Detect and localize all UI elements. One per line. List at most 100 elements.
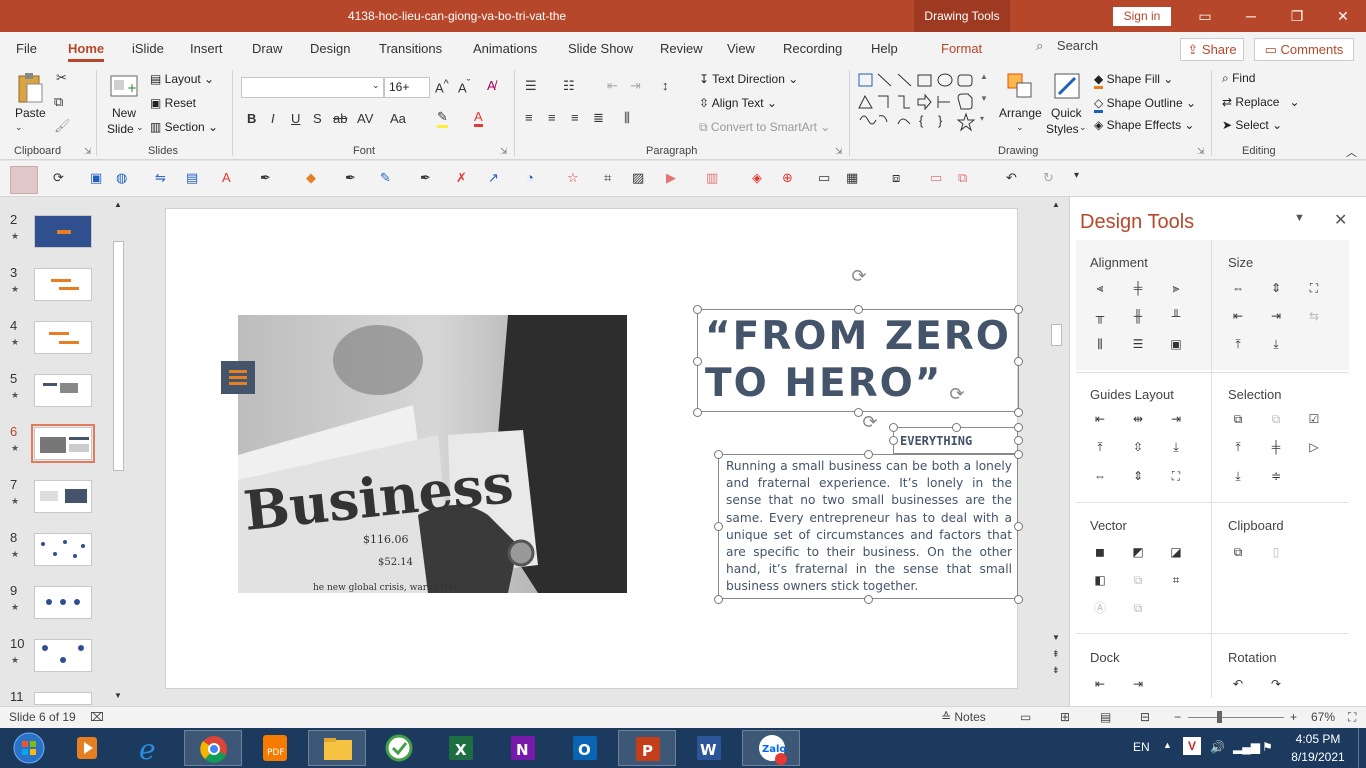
outlook-icon[interactable]: O [556, 730, 614, 766]
text-box-icon[interactable]: ▣ [90, 170, 108, 188]
tab-view[interactable]: View [727, 32, 755, 64]
scroll-up-icon[interactable]: ▲ [1052, 200, 1060, 209]
tab-home[interactable]: Home [68, 32, 105, 64]
guide-middle-icon[interactable]: ⇳ [1131, 440, 1145, 454]
dialog-launcher-icon[interactable]: ⇲ [1197, 146, 1205, 157]
network-icon[interactable]: ▂▄▆ [1233, 740, 1260, 754]
resize-handle[interactable] [693, 408, 702, 417]
select-bottom-icon[interactable]: ⤓ [1231, 469, 1245, 483]
target-icon[interactable]: ⊕ [782, 170, 800, 188]
eyedropper-icon[interactable]: ✒ [260, 170, 278, 188]
rotate-handle-icon[interactable]: ⟳ [849, 266, 869, 286]
word-icon[interactable]: W [680, 730, 738, 766]
guide-width-icon[interactable]: ⇔ [1093, 469, 1107, 483]
show-hidden-icons-icon[interactable]: ▲ [1163, 740, 1172, 750]
align-right-icon[interactable]: ⫸ [1169, 281, 1183, 295]
select-similar-icon[interactable]: ⧉ [1231, 412, 1245, 426]
excel-icon[interactable]: X [432, 730, 490, 766]
gallery-scroll-down-icon[interactable]: ▼ [980, 94, 988, 103]
text-direction-button[interactable]: ↧ Text Direction ⌄ [699, 72, 798, 86]
tab-slide-show[interactable]: Slide Show [568, 32, 633, 64]
select-row-icon[interactable]: ≑ [1269, 469, 1283, 483]
slide-thumbnail-6[interactable] [31, 424, 95, 463]
tab-animations[interactable]: Animations [473, 32, 537, 64]
clear-formatting-icon[interactable]: A̸ [487, 78, 496, 93]
remove-icon[interactable]: ✗ [456, 170, 474, 188]
paste-format-icon[interactable]: ▯ [1269, 545, 1283, 559]
resize-handle[interactable] [693, 357, 702, 366]
resize-handle[interactable] [889, 436, 898, 445]
vector-union-icon[interactable]: ◼ [1093, 545, 1107, 559]
rotate-handle-icon[interactable]: ⟳ [947, 384, 967, 404]
swap-size-icon[interactable]: ⇆ [1307, 309, 1321, 323]
media-icon[interactable]: ▶ [666, 170, 684, 188]
tab-recording[interactable]: Recording [783, 32, 842, 64]
font-color-icon[interactable]: A [474, 109, 483, 127]
zalo-icon[interactable]: Zalo [742, 730, 800, 766]
highlight-icon[interactable]: ✎ [437, 109, 448, 128]
underline-icon[interactable]: U [291, 111, 300, 126]
slide-show-icon[interactable]: ⊟ [1140, 710, 1150, 724]
reset-button[interactable]: ▣ Reset [150, 96, 196, 110]
customize-toolbar-icon[interactable]: ▾ [1074, 170, 1092, 188]
pane-close-icon[interactable]: ✕ [1334, 210, 1347, 230]
find-button[interactable]: ⌕ Find [1222, 71, 1255, 86]
shadow-icon[interactable]: S [313, 111, 322, 126]
outline-color-icon[interactable]: ✎ [380, 170, 398, 188]
extend-left-icon[interactable]: ⇤ [1231, 309, 1245, 323]
refresh-icon[interactable]: ⟳ [53, 170, 71, 188]
scroll-down-icon[interactable]: ▼ [1052, 633, 1060, 642]
system-time[interactable]: 4:05 PM [1290, 732, 1346, 746]
slide-thumbnail-3[interactable] [34, 268, 92, 301]
resize-handle[interactable] [1014, 357, 1023, 366]
copy-icon[interactable]: ⧉ [54, 94, 63, 110]
resize-handle[interactable] [1014, 305, 1023, 314]
zoom-out-icon[interactable]: − [1174, 710, 1181, 724]
same-size-icon[interactable]: ⛶ [1307, 281, 1321, 295]
powerpoint-icon[interactable]: P [618, 730, 676, 766]
antivirus-icon[interactable]: V [1183, 737, 1201, 755]
chevron-down-icon[interactable]: ⌄ [372, 80, 380, 91]
distribute-horizontal-icon[interactable]: ⫼ [1093, 337, 1107, 351]
rotate-left-icon[interactable]: ↶ [1231, 677, 1245, 691]
bullets-icon[interactable]: ☰ [525, 78, 537, 94]
tab-draw[interactable]: Draw [252, 32, 282, 64]
zoom-level[interactable]: 67% [1311, 710, 1335, 724]
screenshot-icon[interactable]: ⧈ [892, 170, 910, 188]
guide-right-icon[interactable]: ⇥ [1169, 412, 1183, 426]
dialog-launcher-icon[interactable]: ⇲ [835, 146, 843, 157]
align-right-icon[interactable]: ≡ [571, 110, 579, 125]
shape-fill-button[interactable]: ◆ Shape Fill ⌄ [1094, 72, 1173, 89]
scroll-up-icon[interactable]: ▲ [114, 200, 122, 209]
shape-combine-icon[interactable]: ◔ [526, 170, 544, 188]
slide-thumbnail-8[interactable] [34, 533, 92, 566]
resize-handle[interactable] [1014, 436, 1023, 445]
line-spacing-icon[interactable]: ↕ [662, 78, 669, 93]
vector-subtract-icon[interactable]: ⧉ [1131, 573, 1145, 587]
slide-thumbnail-4[interactable] [34, 321, 92, 354]
align-center-icon[interactable]: ≡ [548, 110, 556, 125]
minimize-icon[interactable]: ─ [1228, 0, 1274, 32]
slide-thumbnail-11[interactable] [34, 692, 92, 705]
canvas-scrollbar[interactable]: ▲ ▼ ⇞ ⇟ [1050, 199, 1063, 679]
guide-bottom-icon[interactable]: ⤓ [1169, 440, 1183, 454]
scrollbar-thumb[interactable] [1051, 324, 1062, 346]
tab-help[interactable]: Help [871, 32, 898, 64]
slide-body-text[interactable]: Running a small business can be both a l… [726, 458, 1012, 596]
chevron-down-icon[interactable]: ⌄ [1016, 122, 1024, 133]
newspaper-photo[interactable]: Business $116.06 $52.14 he new global cr… [238, 315, 627, 593]
slide-thumbnail-9[interactable] [34, 586, 92, 619]
new-slide-icon[interactable]: + [109, 72, 139, 102]
align-left-icon[interactable]: ≡ [525, 110, 533, 125]
resize-handle[interactable] [1014, 522, 1023, 531]
toolbar-toggle-icon[interactable] [10, 166, 38, 194]
zoom-slider[interactable] [1188, 717, 1284, 718]
resize-handle[interactable] [1014, 423, 1023, 432]
thumbnail-scrollbar[interactable]: ▲ ▼ [112, 199, 125, 704]
tab-review[interactable]: Review [660, 32, 703, 64]
justify-icon[interactable]: ≣ [593, 110, 604, 126]
resize-handle[interactable] [1014, 595, 1023, 604]
change-case-icon[interactable]: Aa [390, 111, 406, 126]
resize-handle[interactable] [864, 450, 873, 459]
internet-explorer-icon[interactable]: e [122, 730, 180, 766]
